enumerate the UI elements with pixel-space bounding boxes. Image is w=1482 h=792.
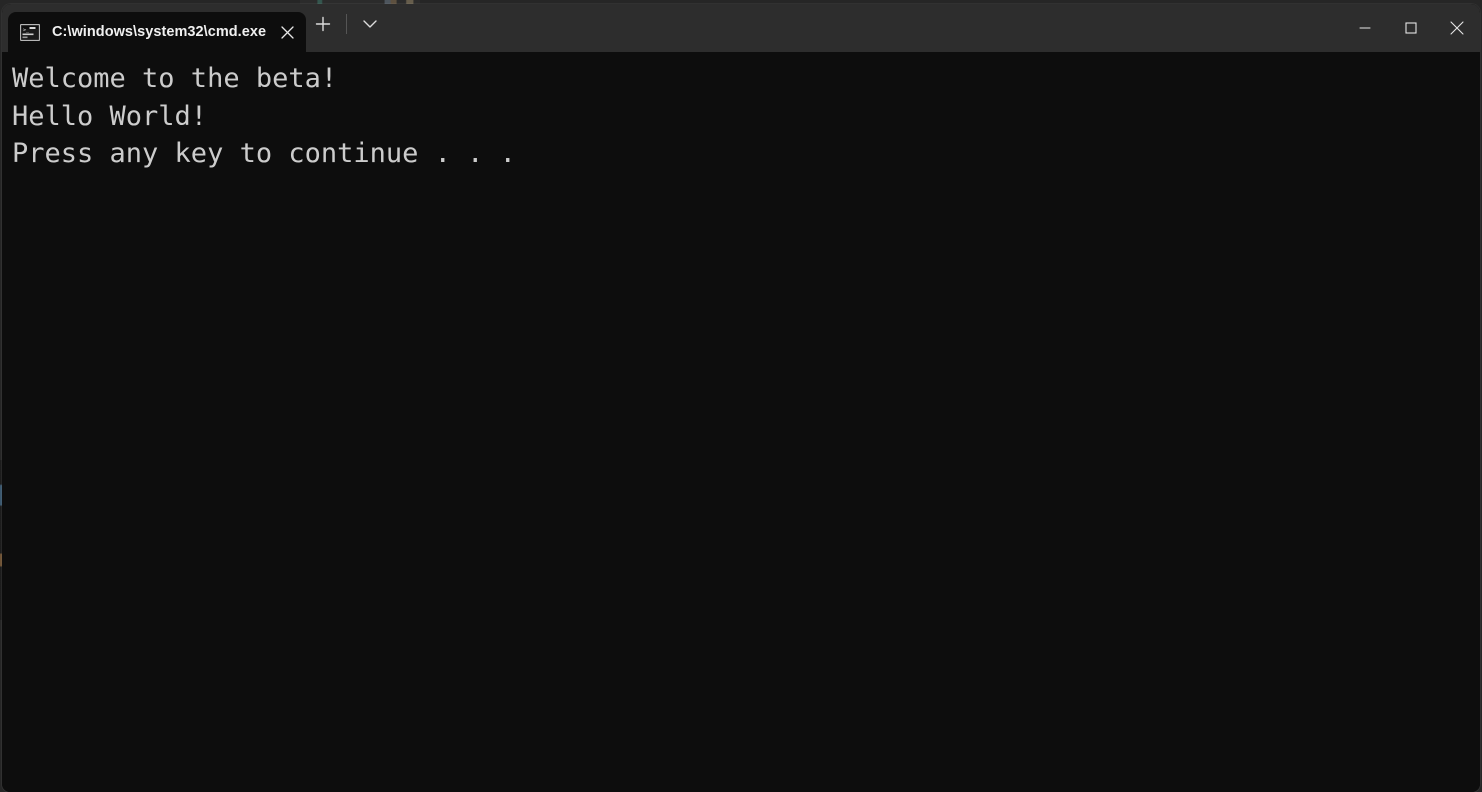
window-close-button[interactable] <box>1434 4 1480 52</box>
tab-close-button[interactable] <box>272 17 302 47</box>
svg-text:>_: >_ <box>23 27 30 33</box>
window-maximize-button[interactable] <box>1388 4 1434 52</box>
tab-title: C:\windows\system32\cmd.exe <box>52 24 267 40</box>
window-controls <box>1342 4 1480 52</box>
tab-dropdown-button[interactable] <box>353 7 387 41</box>
tab-strip: >_ C:\windows\system32\cmd.exe <box>2 4 306 52</box>
maximize-icon <box>1405 22 1417 34</box>
chevron-down-icon <box>363 19 377 28</box>
terminal-body[interactable]: Welcome to the beta! Hello World! Press … <box>2 52 1480 792</box>
terminal-output-text: Welcome to the beta! Hello World! Press … <box>12 63 516 169</box>
cmd-console-icon: >_ <box>19 23 41 41</box>
tab-actions <box>306 4 387 52</box>
window-minimize-button[interactable] <box>1342 4 1388 52</box>
minimize-icon <box>1359 27 1371 29</box>
terminal-window: >_ C:\windows\system32\cmd.exe Welcome t… <box>2 4 1480 792</box>
new-tab-button[interactable] <box>306 7 340 41</box>
close-icon <box>280 25 294 39</box>
plus-icon <box>315 16 331 32</box>
title-bar[interactable]: >_ C:\windows\system32\cmd.exe <box>2 4 1480 52</box>
tab-actions-separator <box>346 14 347 34</box>
titlebar-drag-region[interactable] <box>387 4 1342 52</box>
tab-cmd[interactable]: >_ C:\windows\system32\cmd.exe <box>8 12 306 52</box>
close-icon <box>1450 21 1464 35</box>
